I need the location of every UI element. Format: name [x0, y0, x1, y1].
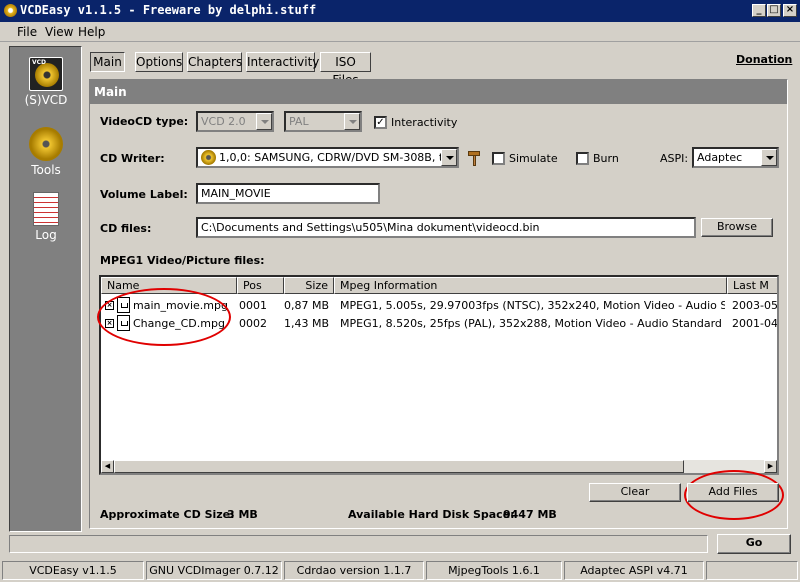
chevron-down-icon	[256, 113, 272, 130]
video-format-select[interactable]: PAL	[284, 111, 362, 132]
tools-disc-icon	[29, 127, 63, 161]
menu-help[interactable]: Help	[78, 25, 105, 39]
interactivity-checkbox[interactable]: ✓	[374, 116, 387, 129]
sidebar-item-label: Log	[35, 228, 57, 242]
app-disc-icon[interactable]	[4, 4, 17, 17]
cd-size-label: Approximate CD Size:	[100, 508, 235, 521]
sidebar: VCD (S)VCD Tools Log	[9, 46, 82, 532]
aspi-label: ASPI:	[660, 152, 689, 165]
interactivity-label: Interactivity	[391, 116, 458, 129]
file-pos: 0001	[239, 299, 267, 312]
file-size: 1,43 MB	[284, 317, 329, 330]
clear-button[interactable]: Clear	[589, 483, 681, 502]
aspi-value: Adaptec	[697, 151, 743, 164]
sidebar-item-log[interactable]: Log	[10, 192, 82, 242]
chevron-down-icon	[344, 113, 360, 130]
sidebar-item-svcd[interactable]: VCD (S)VCD	[10, 57, 82, 107]
hammer-tool-icon[interactable]	[466, 149, 484, 167]
menu-file[interactable]: File	[17, 25, 37, 39]
tab-iso-files[interactable]: ISO Files	[320, 52, 371, 87]
horizontal-scrollbar[interactable]: ◀ ▶	[101, 460, 777, 473]
status-vcdimager: GNU VCDImager 0.7.12	[146, 561, 282, 580]
donation-link[interactable]: Donation	[736, 53, 792, 66]
volume-label-label: Volume Label:	[100, 188, 188, 201]
status-mjpegtools: MjpegTools 1.6.1	[426, 561, 562, 580]
scroll-right-icon[interactable]: ▶	[764, 460, 777, 473]
menu-bar: File View Help	[0, 22, 800, 42]
file-date: 2001-04-1	[732, 317, 778, 330]
sidebar-item-tools[interactable]: Tools	[10, 127, 82, 177]
cd-size-value: 3 MB	[227, 508, 258, 521]
aspi-select[interactable]: Adaptec	[692, 147, 779, 168]
add-files-button[interactable]: Add Files	[687, 483, 779, 502]
tab-main[interactable]: Main	[90, 52, 125, 72]
chevron-down-icon	[761, 149, 777, 166]
burn-checkbox[interactable]	[576, 152, 589, 165]
tab-chapters[interactable]: Chapters	[187, 52, 242, 72]
title-bar[interactable]: VCDEasy v1.1.5 - Freeware by delphi.stuf…	[0, 0, 800, 22]
window-title: VCDEasy v1.1.5 - Freeware by delphi.stuf…	[20, 3, 317, 17]
file-mpeg-info: MPEG1, 8.520s, 25fps (PAL), 352x288, Mot…	[340, 317, 722, 330]
disk-space-label: Available Hard Disk Space:	[348, 508, 515, 521]
disk-space-value: 9447 MB	[503, 508, 557, 521]
status-vcdeasy: VCDEasy v1.1.5	[2, 561, 144, 580]
scroll-thumb[interactable]	[114, 460, 684, 473]
column-header-last-modified[interactable]: Last M	[727, 277, 777, 294]
go-button[interactable]: Go	[717, 534, 791, 554]
annotation-circle-files	[97, 288, 231, 346]
panel-title: Main	[90, 80, 787, 104]
scroll-left-icon[interactable]: ◀	[101, 460, 114, 473]
status-aspi: Adaptec ASPI v4.71	[564, 561, 704, 580]
status-cdrdao: Cdrdao version 1.1.7	[284, 561, 424, 580]
video-format-value: PAL	[289, 115, 309, 128]
videocd-type-label: VideoCD type:	[100, 115, 189, 128]
browse-button[interactable]: Browse	[701, 218, 773, 237]
file-mpeg-info: MPEG1, 5.005s, 29.97003fps (NTSC), 352x2…	[340, 299, 725, 312]
menu-view[interactable]: View	[45, 25, 73, 39]
file-size: 0,87 MB	[284, 299, 329, 312]
progress-bar	[9, 535, 708, 553]
chevron-down-icon	[441, 149, 457, 166]
videocd-type-select[interactable]: VCD 2.0	[196, 111, 274, 132]
file-date: 2003-05-0	[732, 299, 778, 312]
sidebar-item-label: (S)VCD	[24, 93, 68, 107]
column-header-size[interactable]: Size	[284, 277, 334, 294]
vcd-disc-icon: VCD	[29, 57, 63, 91]
cd-writer-value: 1,0,0: SAMSUNG, CDRW/DVD SM-308B, t101	[219, 151, 459, 164]
column-header-mpeg-info[interactable]: Mpeg Information	[334, 277, 727, 294]
column-header-pos[interactable]: Pos	[237, 277, 284, 294]
videocd-type-value: VCD 2.0	[201, 115, 246, 128]
cd-files-label: CD files:	[100, 222, 152, 235]
cd-drive-icon	[201, 150, 216, 165]
volume-label-input[interactable]: MAIN_MOVIE	[196, 183, 380, 204]
log-document-icon	[33, 192, 59, 226]
maximize-button[interactable]: □	[767, 4, 781, 17]
simulate-checkbox[interactable]	[492, 152, 505, 165]
burn-label: Burn	[593, 152, 619, 165]
close-button[interactable]: ×	[783, 4, 797, 17]
simulate-label: Simulate	[509, 152, 558, 165]
sidebar-item-label: Tools	[31, 163, 61, 177]
minimize-button[interactable]: _	[752, 4, 766, 17]
cd-writer-label: CD Writer:	[100, 152, 165, 165]
file-pos: 0002	[239, 317, 267, 330]
cd-writer-select[interactable]: 1,0,0: SAMSUNG, CDRW/DVD SM-308B, t101	[196, 147, 459, 168]
tab-options[interactable]: Options	[135, 52, 183, 72]
cd-files-input[interactable]: C:\Documents and Settings\u505\Mina doku…	[196, 217, 696, 238]
tab-interactivity[interactable]: Interactivity	[246, 52, 319, 72]
mpeg-files-label: MPEG1 Video/Picture files:	[100, 254, 265, 267]
status-empty	[706, 561, 798, 580]
